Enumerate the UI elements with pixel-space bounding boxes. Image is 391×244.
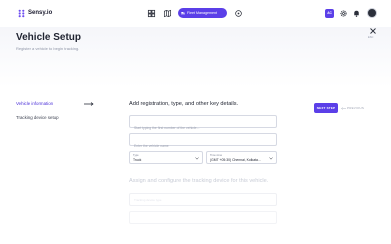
arrow-right-icon xyxy=(84,102,94,106)
top-navigation-bar: Sensy.io Fleet Management AC xyxy=(0,0,391,27)
previous-button[interactable]: PREVIOUS xyxy=(341,103,364,113)
timezone-select[interactable]: Time zone (GMT +05:30) Chennai, Kolkata.… xyxy=(206,151,277,164)
vehicle-name-input[interactable] xyxy=(130,140,276,152)
close-hint: ESC xyxy=(368,36,374,39)
timezone-label: Time zone xyxy=(210,154,223,157)
step-vehicle-information[interactable]: Vehicle information xyxy=(16,101,53,107)
plug-icon[interactable] xyxy=(234,9,243,18)
type-label: Type xyxy=(133,154,139,157)
fleet-management-button[interactable]: Fleet Management xyxy=(178,8,227,18)
vehicle-name-field[interactable] xyxy=(129,133,277,152)
timezone-value: (GMT +05:30) Chennai, Kolkata... xyxy=(210,158,261,162)
close-icon[interactable] xyxy=(369,27,377,35)
notification-bell-icon[interactable] xyxy=(352,9,361,18)
sensy-logo-icon xyxy=(18,9,25,18)
page-subtitle: Register a vehicle to begin tracking. xyxy=(16,46,80,51)
chevron-down-icon xyxy=(269,157,273,160)
step-tracking-device-setup[interactable]: Tracking device setup xyxy=(16,115,59,121)
organization-badge[interactable]: AC xyxy=(325,9,334,18)
registration-input[interactable] xyxy=(130,122,276,134)
registration-field[interactable] xyxy=(129,115,277,134)
tracking-section-title: Assign and configure the tracking device… xyxy=(129,178,269,184)
fleet-management-label: Fleet Management xyxy=(187,11,217,15)
app-name[interactable]: Sensy.io xyxy=(28,9,52,18)
next-step-button[interactable]: NEXT STEP xyxy=(314,103,338,113)
type-select[interactable]: Type Truck xyxy=(129,151,203,164)
tracking-device-placeholder: Tracking device type xyxy=(134,198,162,202)
tracking-device-field: Tracking device type xyxy=(129,193,277,206)
settings-gear-icon[interactable] xyxy=(339,9,348,18)
page-title: Vehicle Setup xyxy=(16,32,82,43)
chevron-down-icon xyxy=(195,157,199,160)
user-avatar[interactable] xyxy=(367,8,377,18)
truck-icon xyxy=(181,12,185,15)
previous-label: PREVIOUS xyxy=(347,106,365,110)
type-value: Truck xyxy=(133,158,142,162)
section-title: Add registration, type, and other key de… xyxy=(129,101,239,107)
map-icon[interactable] xyxy=(163,9,172,18)
tracking-device-field-secondary xyxy=(129,211,277,224)
grid-icon[interactable] xyxy=(147,9,156,18)
arrow-left-icon xyxy=(341,107,346,110)
